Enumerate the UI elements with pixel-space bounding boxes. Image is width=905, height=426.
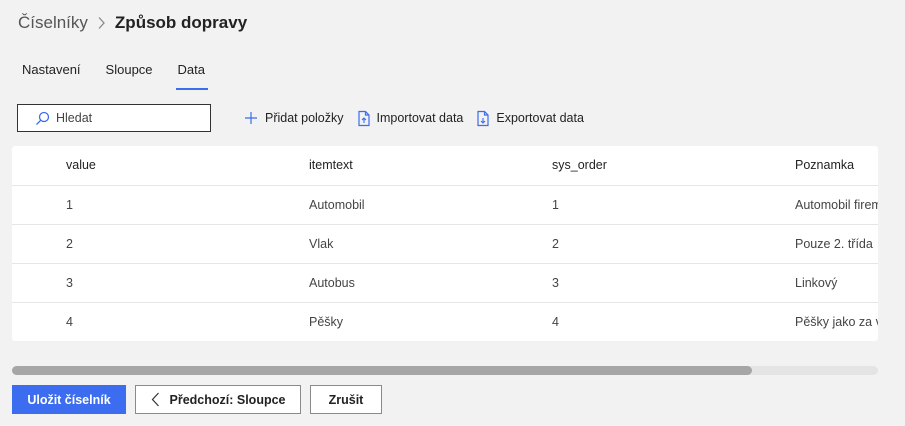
table-cell: Linkový bbox=[795, 263, 878, 303]
chevron-left-icon bbox=[151, 392, 160, 407]
breadcrumb-parent-link[interactable]: Číselníky bbox=[18, 13, 88, 33]
previous-step-label: Předchozí: Sloupce bbox=[169, 392, 286, 407]
previous-step-button[interactable]: Předchozí: Sloupce bbox=[135, 385, 301, 414]
table-cell: Automobil bbox=[309, 185, 552, 225]
add-items-button[interactable]: Přidat položky bbox=[243, 110, 344, 126]
cancel-button[interactable]: Zrušit bbox=[310, 385, 382, 414]
chevron-right-icon bbox=[97, 16, 106, 30]
import-data-label: Importovat data bbox=[376, 111, 464, 125]
tab-sloupce[interactable]: Sloupce bbox=[106, 60, 153, 90]
data-table: value itemtext sys_order Poznamka 1 Auto… bbox=[12, 146, 878, 341]
table-cell: Pěšky jako za vo bbox=[795, 314, 878, 329]
table-cell: 1 bbox=[12, 185, 309, 225]
horizontal-scrollbar[interactable] bbox=[12, 366, 878, 375]
file-import-icon bbox=[357, 110, 371, 127]
table-cell: Autobus bbox=[309, 263, 552, 303]
table-cell: 2 bbox=[552, 224, 795, 264]
table-row[interactable]: 3 Autobus 3 Linkový bbox=[12, 263, 878, 303]
table-cell: Vlak bbox=[309, 224, 552, 264]
column-header-sys-order[interactable]: sys_order bbox=[552, 146, 795, 186]
table-cell: Automobil firem bbox=[795, 185, 878, 225]
export-data-label: Exportovat data bbox=[496, 111, 584, 125]
table-cell: Pěšky bbox=[309, 314, 344, 329]
file-export-icon bbox=[476, 110, 490, 127]
plus-icon bbox=[243, 110, 259, 126]
save-codelist-button[interactable]: Uložit číselník bbox=[12, 385, 126, 414]
table-row[interactable]: 2 Vlak 2 Pouze 2. třída bbox=[12, 224, 878, 264]
import-data-button[interactable]: Importovat data bbox=[357, 110, 464, 127]
table-header-row: value itemtext sys_order Poznamka bbox=[12, 146, 878, 186]
table-cell: 1 bbox=[552, 185, 795, 225]
tab-bar: Nastavení Sloupce Data bbox=[22, 60, 230, 90]
column-header-itemtext[interactable]: itemtext bbox=[309, 146, 552, 186]
table-row[interactable]: 4 Pěšky 4 Pěšky jako za vo bbox=[12, 302, 878, 341]
tab-data[interactable]: Data bbox=[175, 60, 209, 90]
export-data-button[interactable]: Exportovat data bbox=[476, 110, 584, 127]
scrollbar-thumb[interactable] bbox=[12, 366, 753, 375]
table-row[interactable]: 1 Automobil 1 Automobil firem bbox=[12, 185, 878, 225]
table-cell: Pouze 2. třída bbox=[795, 224, 878, 264]
toolbar: Přidat položky Importovat data Exportova… bbox=[243, 108, 597, 128]
search-icon bbox=[35, 111, 50, 126]
table-cell: 2 bbox=[12, 224, 309, 264]
column-header-poznamka[interactable]: Poznamka bbox=[795, 146, 878, 186]
breadcrumb: Číselníky Způsob dopravy bbox=[18, 12, 247, 34]
column-header-value[interactable]: value bbox=[12, 146, 309, 186]
table-cell: 4 bbox=[66, 314, 73, 329]
search-field[interactable] bbox=[17, 104, 211, 132]
table-cell: 3 bbox=[12, 263, 309, 303]
tab-nastaveni[interactable]: Nastavení bbox=[22, 60, 81, 90]
table-cell: 3 bbox=[552, 263, 795, 303]
data-table-container: value itemtext sys_order Poznamka 1 Auto… bbox=[12, 146, 878, 341]
table-cell: 4 bbox=[552, 314, 559, 329]
page-title: Způsob dopravy bbox=[114, 13, 248, 32]
search-input[interactable] bbox=[56, 111, 206, 125]
add-items-label: Přidat položky bbox=[265, 111, 344, 125]
